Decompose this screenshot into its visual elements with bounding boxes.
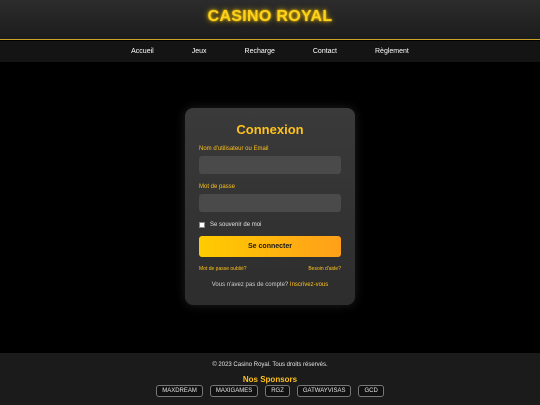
site-logo-title[interactable]: CASINO ROYAL (208, 8, 333, 26)
sponsors-list: MAXDREAM MAXIGAMES RGZ GATWAYVISAS GCD (0, 385, 540, 397)
login-title: Connexion (236, 122, 304, 137)
nav-item-jeux[interactable]: Jeux (192, 48, 207, 55)
username-label: Nom d'utilisateur ou Email (199, 146, 269, 152)
sponsor-badge-gatwayvisas[interactable]: GATWAYVISAS (296, 385, 352, 397)
sponsor-badge-maxigames[interactable]: MAXIGAMES (209, 385, 259, 397)
remember-me-row[interactable]: Se souvenir de moi (199, 222, 341, 228)
no-account-text: Vous n'avez pas de compte? (211, 282, 289, 288)
password-label: Mot de passe (199, 184, 236, 190)
sponsor-badge-rgz[interactable]: RGZ (265, 385, 290, 397)
forgot-password-link[interactable]: Mot de passe oublié? (199, 266, 247, 272)
nav-item-accueil[interactable]: Accueil (131, 48, 154, 55)
nav-item-reglement[interactable]: Règlement (375, 48, 409, 55)
sponsor-badge-maxdream[interactable]: MAXDREAM (156, 385, 203, 397)
login-card: Connexion Nom d'utilisateur ou Email Mot… (185, 108, 355, 305)
username-input[interactable] (199, 156, 341, 174)
main-nav: Accueil Jeux Recharge Contact Règlement (0, 41, 540, 62)
signup-link[interactable]: Inscrivez-vous (290, 282, 328, 288)
nav-item-contact[interactable]: Contact (313, 48, 337, 55)
signup-prompt: Vous n'avez pas de compte? Inscrivez-vou… (199, 282, 341, 288)
help-links: Mot de passe oublié? Besoin d'aide? (199, 266, 341, 272)
site-footer: © 2023 Casino Royal. Tous droits réservé… (0, 353, 540, 405)
sponsor-badge-gcd[interactable]: GCD (358, 385, 384, 397)
sponsors-title: Nos Sponsors (242, 375, 298, 384)
nav-item-recharge[interactable]: Recharge (245, 48, 275, 55)
help-link[interactable]: Besoin d'aide? (308, 266, 341, 272)
remember-me-label: Se souvenir de moi (210, 222, 262, 228)
site-header: CASINO ROYAL (0, 0, 540, 40)
login-submit-button[interactable]: Se connecter (199, 236, 341, 257)
password-input[interactable] (199, 194, 341, 212)
remember-me-checkbox[interactable] (199, 222, 205, 228)
copyright-text: © 2023 Casino Royal. Tous droits réservé… (212, 362, 328, 368)
